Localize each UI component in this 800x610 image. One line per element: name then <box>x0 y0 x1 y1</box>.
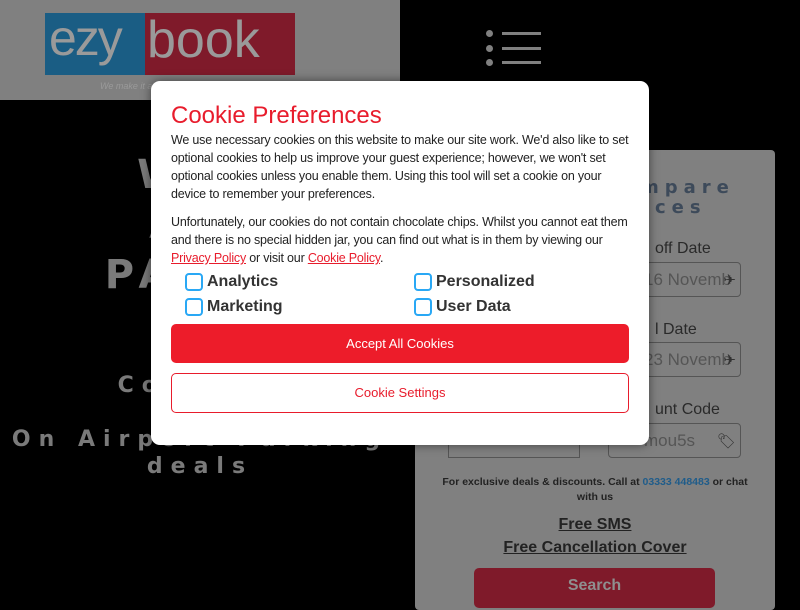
plane-icon: ✈ <box>723 272 736 289</box>
checkbox[interactable] <box>185 298 203 316</box>
cookie-policy-link[interactable]: Cookie Policy <box>308 251 380 265</box>
checkbox[interactable] <box>185 273 203 291</box>
option-analytics[interactable]: Analytics <box>185 273 414 291</box>
dialog-text: We use necessary cookies on this website… <box>171 133 629 201</box>
discount-code-value: mou5s <box>644 431 696 450</box>
text: Unfortunately, our cookies do not contai… <box>171 215 628 247</box>
accept-all-cookies-button[interactable]: Accept All Cookies <box>171 324 629 363</box>
option-label: Personalized <box>436 273 535 290</box>
panel-title: ces <box>655 197 707 218</box>
discount-code-label: unt Code <box>655 401 720 418</box>
checkbox[interactable] <box>414 273 432 291</box>
cookie-preferences-dialog: Cookie Preferences We use necessary cook… <box>151 81 649 445</box>
text: . <box>380 251 384 265</box>
plane-landing-icon: ✈ <box>723 352 736 369</box>
return-date-label: l Date <box>655 321 697 338</box>
panel-title: mpare <box>640 177 735 198</box>
dialog-text: Unfortunately, our cookies do not contai… <box>171 213 629 267</box>
cookie-options: Analytics Personalized Marketing User Da… <box>185 273 629 316</box>
phone-link[interactable]: 03333 448483 <box>643 476 710 488</box>
cookie-settings-button[interactable]: Cookie Settings <box>171 373 629 413</box>
dropoff-date-value: 16 Novemb <box>644 270 731 289</box>
deals-note: For exclusive deals & discounts. Call at… <box>435 475 755 505</box>
option-label: User Data <box>436 298 511 315</box>
hero-sub: deals <box>146 454 254 479</box>
option-marketing[interactable]: Marketing <box>185 298 414 316</box>
text: or visit our <box>246 251 308 265</box>
ezybook-logo[interactable]: ezy We make it all easy book <box>45 10 295 91</box>
tag-icon: 🏷 <box>716 433 736 450</box>
option-user-data[interactable]: User Data <box>414 298 614 316</box>
option-personalized[interactable]: Personalized <box>414 273 614 291</box>
privacy-policy-link[interactable]: Privacy Policy <box>171 251 246 265</box>
hamburger-menu-icon[interactable] <box>486 30 542 66</box>
free-cancellation-link[interactable]: Free Cancellation Cover <box>415 539 775 557</box>
option-label: Analytics <box>207 273 279 290</box>
free-sms-link[interactable]: Free SMS <box>415 516 775 534</box>
return-date-value: 23 Novemb <box>644 350 731 369</box>
dialog-title: Cookie Preferences <box>171 102 382 129</box>
logo-text-left: ezy <box>49 10 123 66</box>
checkbox[interactable] <box>414 298 432 316</box>
dropoff-date-label: off Date <box>655 240 711 257</box>
search-button[interactable]: Search <box>474 568 715 608</box>
note-text: For exclusive deals & discounts. Call at <box>442 476 643 488</box>
option-label: Marketing <box>207 298 283 315</box>
